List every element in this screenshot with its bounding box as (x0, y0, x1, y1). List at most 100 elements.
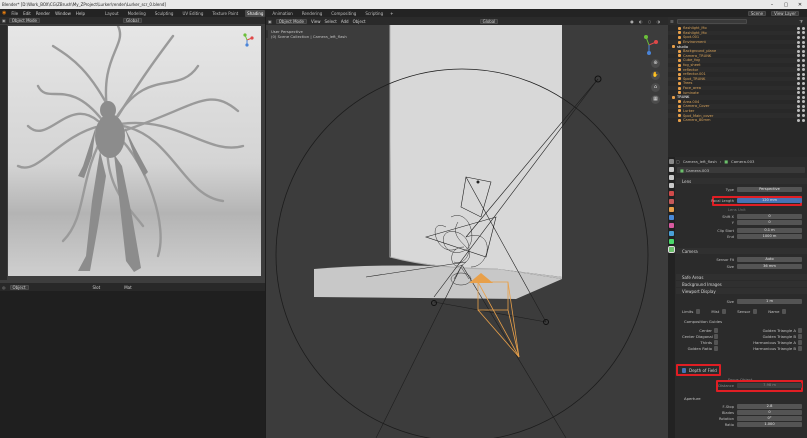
thirds-checkbox[interactable] (714, 339, 718, 345)
editor-type-icon[interactable]: ▣ (268, 19, 272, 24)
ratio-field[interactable]: 1.000 (737, 422, 802, 427)
blades-field[interactable]: 0 (737, 410, 802, 415)
harmonious-triangle-b-checkbox[interactable] (798, 345, 802, 351)
menu-object[interactable]: Object (353, 19, 366, 24)
visibility-toggles[interactable] (797, 118, 807, 122)
tab-texture-paint[interactable]: Texture Paint (210, 10, 240, 17)
viewport-display-panel[interactable]: Viewport Display (676, 288, 807, 294)
harmonious-triangle-a-checkbox[interactable] (798, 339, 802, 345)
visibility-toggles[interactable] (797, 81, 807, 85)
transform-orientation[interactable]: Global (479, 18, 499, 24)
scene-tab-icon[interactable] (669, 191, 674, 196)
golden-ratio-checkbox[interactable] (714, 345, 718, 351)
shader-editor[interactable]: ◎ Object Slot Mat (0, 283, 265, 438)
eye-icon[interactable] (797, 118, 800, 122)
clip-start-field[interactable]: 0.1 m (737, 228, 802, 233)
tab-modeling[interactable]: Modeling (126, 10, 148, 17)
camera-view-icon[interactable]: ⌂ (651, 83, 660, 92)
eye-icon[interactable] (797, 40, 800, 44)
output-tab-icon[interactable] (669, 175, 674, 180)
camera-render-icon[interactable] (802, 40, 805, 44)
distance-field[interactable]: 7.98 m (737, 383, 802, 388)
safe-areas-panel[interactable]: Safe Areas (676, 274, 807, 280)
navigation-gizmo[interactable] (240, 33, 254, 47)
camera-data-selector[interactable]: ■ Camera.003 (677, 167, 805, 173)
slot-selector[interactable]: Slot (93, 285, 101, 290)
visibility-toggles[interactable] (797, 49, 807, 53)
menu-render[interactable]: Render (36, 11, 50, 16)
particles-tab-icon[interactable] (669, 223, 674, 228)
main-3d-viewport[interactable]: ▣ Object Mode View Select Add Object Glo… (266, 17, 668, 438)
axis-gizmo-icon[interactable] (240, 33, 254, 47)
shift-y-field[interactable]: 0 (737, 220, 802, 225)
menu-help[interactable]: Help (76, 11, 85, 16)
visibility-toggles[interactable] (797, 95, 807, 99)
physics-tab-icon[interactable] (669, 231, 674, 236)
eye-icon[interactable] (797, 72, 800, 76)
camera-render-icon[interactable] (802, 49, 805, 53)
composition-guides-header[interactable]: Composition Guides (684, 319, 722, 324)
sensor-size-field[interactable]: 36 mm (737, 264, 802, 269)
camera-render-icon[interactable] (802, 63, 805, 67)
tab-rendering[interactable]: Rendering (300, 10, 324, 17)
editor-type-icon[interactable]: ◎ (2, 285, 6, 290)
shading-mode-icons[interactable]: ● ◐ ○ ◑ (630, 19, 662, 24)
visibility-toggles[interactable] (797, 58, 807, 62)
visibility-toggles[interactable] (797, 40, 807, 44)
visibility-toggles[interactable] (797, 91, 807, 95)
editor-type-icon[interactable]: ▣ (2, 18, 6, 23)
editor-type-icon[interactable]: ☰ (670, 19, 674, 24)
transform-orientation[interactable]: Global (122, 18, 142, 23)
material-selector[interactable]: Mat (124, 285, 131, 290)
camera-render-icon[interactable] (802, 118, 805, 122)
eye-icon[interactable] (797, 81, 800, 85)
outliner-search-input[interactable] (676, 18, 747, 24)
camera-render-icon[interactable] (802, 91, 805, 95)
camera-render-icon[interactable] (802, 54, 805, 58)
eye-icon[interactable] (797, 77, 800, 81)
object-tab-icon[interactable] (669, 207, 674, 212)
tab-scripting[interactable]: Scripting (363, 10, 385, 17)
visibility-toggles[interactable] (797, 54, 807, 58)
visibility-toggles[interactable] (797, 109, 807, 113)
visibility-toggles[interactable] (797, 68, 807, 72)
pan-hand-icon[interactable]: ✋ (651, 71, 660, 80)
view-layer-selector[interactable]: View Layer (771, 10, 799, 16)
tab-sculpting[interactable]: Sculpting (153, 10, 176, 17)
camera-render-icon[interactable] (802, 86, 805, 90)
eye-icon[interactable] (797, 109, 800, 113)
navigation-gizmo[interactable] (638, 34, 660, 57)
eye-icon[interactable] (797, 49, 800, 53)
eye-icon[interactable] (797, 114, 800, 118)
eye-icon[interactable] (797, 35, 800, 39)
menu-select[interactable]: Select (324, 19, 336, 24)
camera-render-icon[interactable] (802, 26, 805, 30)
camera-render-icon[interactable] (802, 81, 805, 85)
focal-length-field[interactable]: 120 mm (737, 198, 802, 203)
visibility-toggles[interactable] (797, 45, 807, 49)
visibility-toggles[interactable] (797, 72, 807, 76)
clip-end-field[interactable]: 1000 m (737, 234, 802, 239)
camera-render-icon[interactable] (802, 68, 805, 72)
tool-tab-icon[interactable] (669, 159, 674, 164)
camera-render-icon[interactable] (802, 109, 805, 113)
render-tab-icon[interactable] (669, 167, 674, 172)
eye-icon[interactable] (797, 100, 800, 104)
scene-selector[interactable]: Scene (747, 10, 767, 16)
limits-checkbox[interactable] (696, 309, 701, 314)
visibility-toggles[interactable] (797, 86, 807, 90)
camera-render-icon[interactable] (802, 95, 805, 99)
background-images-panel[interactable]: Background Images (676, 281, 807, 287)
visibility-toggles[interactable] (797, 31, 807, 35)
type-dropdown[interactable]: Perspective (737, 187, 802, 192)
aperture-header[interactable]: Aperture (684, 396, 701, 401)
camera-render-icon[interactable] (802, 72, 805, 76)
shift-x-field[interactable]: 0 (737, 214, 802, 219)
eye-icon[interactable] (797, 26, 800, 30)
tab-uv-editing[interactable]: UV Editing (180, 10, 205, 17)
menu-add[interactable]: Add (341, 19, 349, 24)
tab-compositing[interactable]: Compositing (329, 10, 358, 17)
menu-edit[interactable]: Edit (23, 11, 31, 16)
eye-icon[interactable] (797, 95, 800, 99)
mode-selector[interactable]: Object Mode (8, 18, 40, 23)
